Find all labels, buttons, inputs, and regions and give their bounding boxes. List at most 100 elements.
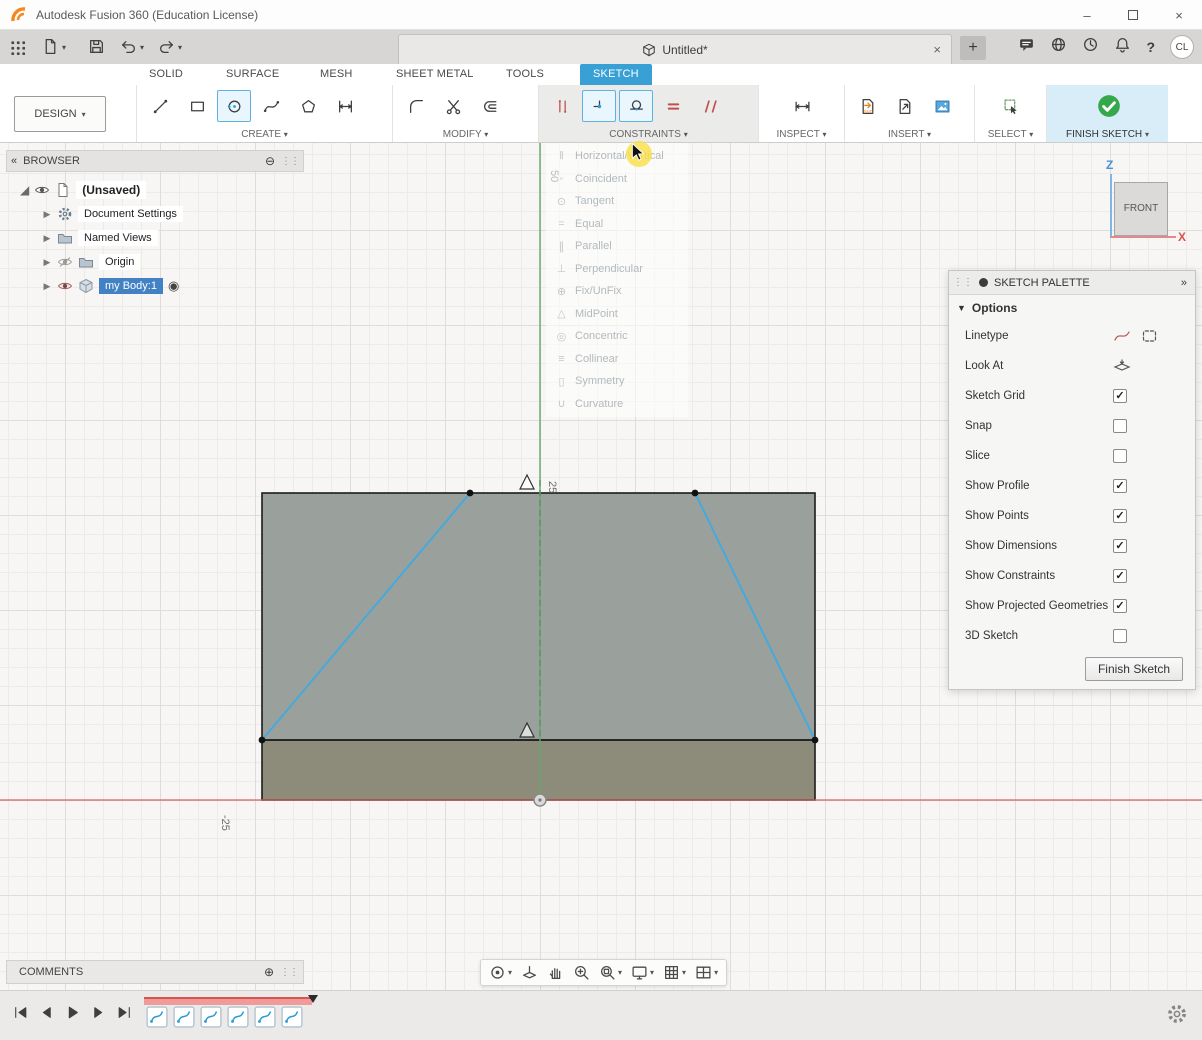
- expand-corner-icon[interactable]: ◢: [20, 183, 29, 197]
- snap-checkbox[interactable]: [1113, 419, 1127, 433]
- spline-tool[interactable]: [254, 90, 288, 122]
- timeline-feature-sketch[interactable]: [281, 1006, 303, 1028]
- undo-caret-icon[interactable]: ▾: [140, 43, 144, 52]
- menu-item-midpoint[interactable]: △MidPoint: [546, 303, 688, 326]
- measure-tool[interactable]: [786, 90, 820, 122]
- tab-surface[interactable]: SURFACE: [226, 64, 279, 85]
- create-group-label[interactable]: CREATE ▾: [137, 129, 392, 140]
- close-button[interactable]: ×: [1156, 0, 1202, 30]
- trim-tool[interactable]: [436, 90, 470, 122]
- equal-constraint-tool[interactable]: [656, 90, 690, 122]
- redo-icon[interactable]: [158, 38, 176, 56]
- tree-row-named-views[interactable]: ▶ Named Views: [6, 226, 304, 250]
- tab-mesh[interactable]: MESH: [320, 64, 353, 85]
- tree-row-body[interactable]: ▶ my Body:1 ◉: [6, 274, 304, 298]
- zoom-window-tool[interactable]: ▾: [599, 964, 622, 981]
- help-icon[interactable]: ?: [1146, 39, 1155, 55]
- new-tab-button[interactable]: +: [960, 36, 986, 60]
- ground-to-parent-icon[interactable]: ◉: [168, 278, 179, 294]
- maximize-button[interactable]: [1110, 0, 1156, 30]
- notifications-bell-icon[interactable]: [1114, 36, 1131, 58]
- named-views-label[interactable]: Named Views: [78, 230, 158, 246]
- viewcube-front-face[interactable]: FRONT: [1114, 182, 1168, 236]
- extensions-globe-icon[interactable]: [1050, 36, 1067, 58]
- construction-linetype-icon[interactable]: [1113, 328, 1131, 344]
- user-avatar[interactable]: CL: [1170, 35, 1194, 59]
- document-tab[interactable]: Untitled* ×: [398, 34, 952, 64]
- sketch-palette-header[interactable]: ⋮⋮ SKETCH PALETTE »: [949, 271, 1195, 295]
- slice-checkbox[interactable]: [1113, 449, 1127, 463]
- centerline-linetype-icon[interactable]: [1141, 328, 1159, 344]
- menu-item-collinear[interactable]: ≡Collinear: [546, 348, 688, 371]
- tab-solid[interactable]: SOLID: [149, 64, 183, 85]
- menu-item-symmetry[interactable]: ▯Symmetry: [546, 370, 688, 393]
- job-status-clock-icon[interactable]: [1082, 36, 1099, 58]
- expand-caret-icon[interactable]: ▶: [42, 257, 52, 268]
- comments-drag-handle[interactable]: ⋮⋮: [280, 967, 298, 978]
- finish-sketch-button[interactable]: [1092, 90, 1126, 122]
- viewcube[interactable]: Z FRONT X: [1098, 150, 1190, 245]
- visibility-eye-icon[interactable]: [57, 278, 73, 294]
- sketch-point[interactable]: [259, 737, 266, 744]
- menu-item-concentric[interactable]: ◎Concentric: [546, 325, 688, 348]
- tree-row-document-settings[interactable]: ▶ Document Settings: [6, 202, 304, 226]
- pan-tool[interactable]: [547, 964, 564, 981]
- show-constraints-checkbox[interactable]: [1113, 569, 1127, 583]
- timeline-feature-sketch[interactable]: [227, 1006, 249, 1028]
- menu-item-horizontal-vertical[interactable]: ‖Horizontal/Vertical: [546, 145, 688, 168]
- dimension-label-neg25[interactable]: -25: [219, 815, 231, 831]
- comments-bubble-icon[interactable]: [1018, 36, 1035, 58]
- zoom-tool[interactable]: [573, 964, 590, 981]
- sketch-profile-upper[interactable]: [262, 493, 815, 740]
- sketch-point[interactable]: [812, 737, 819, 744]
- tree-row-origin[interactable]: ▶ Origin: [6, 250, 304, 274]
- options-section-header[interactable]: ▼ Options: [949, 295, 1195, 321]
- menu-item-curvature[interactable]: ∪Curvature: [546, 393, 688, 416]
- undo-icon[interactable]: [120, 38, 138, 56]
- browser-minimize-icon[interactable]: ⊖: [265, 154, 275, 168]
- inspect-group-label[interactable]: INSPECT ▾: [759, 129, 844, 140]
- viewports-tool[interactable]: ▾: [695, 964, 718, 981]
- timeline-rollback-bar[interactable]: [144, 997, 312, 1005]
- sketch-point[interactable]: [692, 490, 699, 497]
- menu-item-parallel[interactable]: ∥Parallel: [546, 235, 688, 258]
- menu-item-fix-unfix[interactable]: ⊕Fix/UnFix: [546, 280, 688, 303]
- minimize-button[interactable]: –: [1064, 0, 1110, 30]
- dimension-tool[interactable]: [328, 90, 362, 122]
- expand-caret-icon[interactable]: ▶: [42, 233, 52, 244]
- skip-to-start-button[interactable]: [12, 1004, 29, 1021]
- display-settings-tool[interactable]: ▾: [631, 964, 654, 981]
- orbit-tool[interactable]: ▾: [489, 964, 512, 981]
- save-icon[interactable]: [88, 38, 106, 56]
- show-dimensions-checkbox[interactable]: [1113, 539, 1127, 553]
- sketch-profile-lower[interactable]: [262, 740, 815, 800]
- grid-and-snaps-tool[interactable]: ▾: [663, 964, 686, 981]
- step-forward-button[interactable]: [90, 1004, 107, 1021]
- show-profile-checkbox[interactable]: [1113, 479, 1127, 493]
- menu-item-tangent[interactable]: ⊙Tangent: [546, 190, 688, 213]
- tangent-constraint-tool[interactable]: [619, 90, 653, 122]
- palette-expand-icon[interactable]: »: [1181, 277, 1195, 289]
- insert-svg-tool[interactable]: SVG: [851, 90, 885, 122]
- timeline-feature-sketch[interactable]: [146, 1006, 168, 1028]
- timeline-position-marker[interactable]: [308, 995, 318, 1003]
- rectangle-tool[interactable]: [180, 90, 214, 122]
- expand-caret-icon[interactable]: ▶: [42, 209, 52, 220]
- app-launcher-grid-icon[interactable]: [10, 40, 25, 55]
- file-menu-icon[interactable]: [42, 38, 60, 56]
- menu-item-perpendicular[interactable]: ⊥Perpendicular: [546, 258, 688, 281]
- expand-caret-icon[interactable]: ▶: [42, 281, 52, 292]
- select-group-label[interactable]: SELECT ▾: [975, 129, 1046, 140]
- origin-label[interactable]: Origin: [99, 254, 140, 270]
- offset-tool[interactable]: [473, 90, 507, 122]
- root-document-label[interactable]: (Unsaved): [76, 181, 146, 199]
- sketch-grid-checkbox[interactable]: [1113, 389, 1127, 403]
- parallel-constraint-tool[interactable]: [693, 90, 727, 122]
- play-button[interactable]: [64, 1004, 81, 1021]
- finish-sketch-label[interactable]: FINISH SKETCH ▾: [1047, 129, 1168, 140]
- tab-tools[interactable]: TOOLS: [506, 64, 544, 85]
- coincident-constraint-tool[interactable]: [582, 90, 616, 122]
- dimension-label-25[interactable]: 25: [546, 481, 558, 493]
- step-back-button[interactable]: [38, 1004, 55, 1021]
- look-at-tool[interactable]: [521, 964, 538, 981]
